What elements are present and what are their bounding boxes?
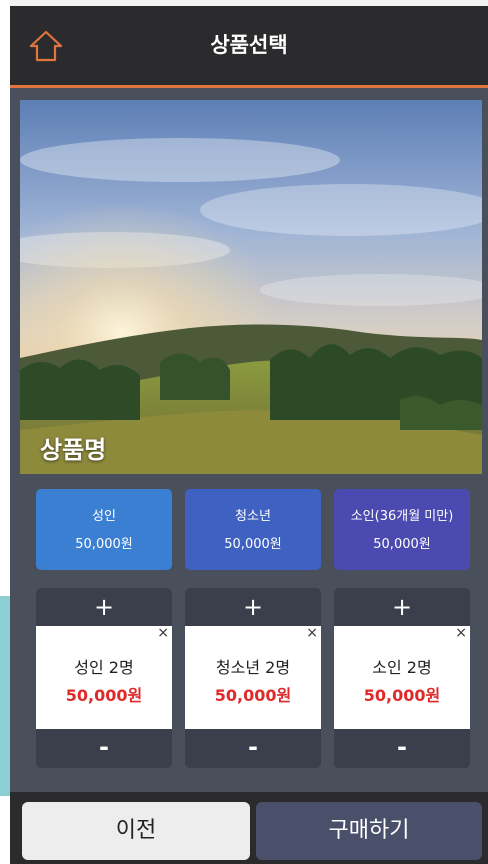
selection-price: 50,000원	[65, 686, 143, 705]
home-button[interactable]	[28, 30, 64, 62]
close-icon[interactable]: ×	[455, 625, 467, 641]
selection-count: 성인 2명	[74, 658, 134, 677]
home-icon	[29, 30, 63, 62]
decrement-button[interactable]: -	[36, 729, 172, 768]
decrement-button[interactable]: -	[185, 729, 321, 768]
selection-card: × 성인 2명 50,000원	[36, 625, 172, 729]
price-option-child[interactable]: 소인(36개월 미만) 50,000원	[334, 489, 470, 570]
selection-price: 50,000원	[363, 686, 441, 705]
decrement-button[interactable]: -	[334, 729, 470, 768]
counter-child: + × 소인 2명 50,000원 -	[334, 588, 470, 768]
top-bar: 상품선택	[10, 6, 488, 88]
product-name: 상품명	[40, 436, 107, 464]
bottom-bar: 이전 구매하기	[10, 792, 488, 864]
app-screen: 상품선택 상품명 성인 50,000원 청소년 50,000원 소인(36개월 …	[10, 6, 488, 864]
increment-button[interactable]: +	[185, 588, 321, 626]
selection-card: × 청소년 2명 50,000원	[185, 625, 321, 729]
selection-count: 소인 2명	[372, 658, 432, 677]
page-title: 상품선택	[210, 33, 288, 57]
counter-adult: + × 성인 2명 50,000원 -	[36, 588, 172, 768]
price-option-label: 소인(36개월 미만)	[350, 509, 454, 524]
price-option-price: 50,000원	[373, 537, 431, 552]
background-accent	[0, 596, 10, 796]
counter-youth: + × 청소년 2명 50,000원 -	[185, 588, 321, 768]
previous-button[interactable]: 이전	[22, 802, 250, 860]
product-image	[20, 100, 482, 474]
price-option-price: 50,000원	[224, 537, 282, 552]
increment-button[interactable]: +	[36, 588, 172, 626]
selection-price: 50,000원	[214, 686, 292, 705]
selection-count: 청소년 2명	[215, 658, 291, 677]
close-icon[interactable]: ×	[306, 625, 318, 641]
price-option-label: 청소년	[235, 509, 271, 524]
price-option-label: 성인	[92, 509, 116, 524]
price-option-adult[interactable]: 성인 50,000원	[36, 489, 172, 570]
close-icon[interactable]: ×	[157, 625, 169, 641]
selection-card: × 소인 2명 50,000원	[334, 625, 470, 729]
increment-button[interactable]: +	[334, 588, 470, 626]
purchase-button[interactable]: 구매하기	[256, 802, 482, 860]
price-option-youth[interactable]: 청소년 50,000원	[185, 489, 321, 570]
price-option-price: 50,000원	[75, 537, 133, 552]
